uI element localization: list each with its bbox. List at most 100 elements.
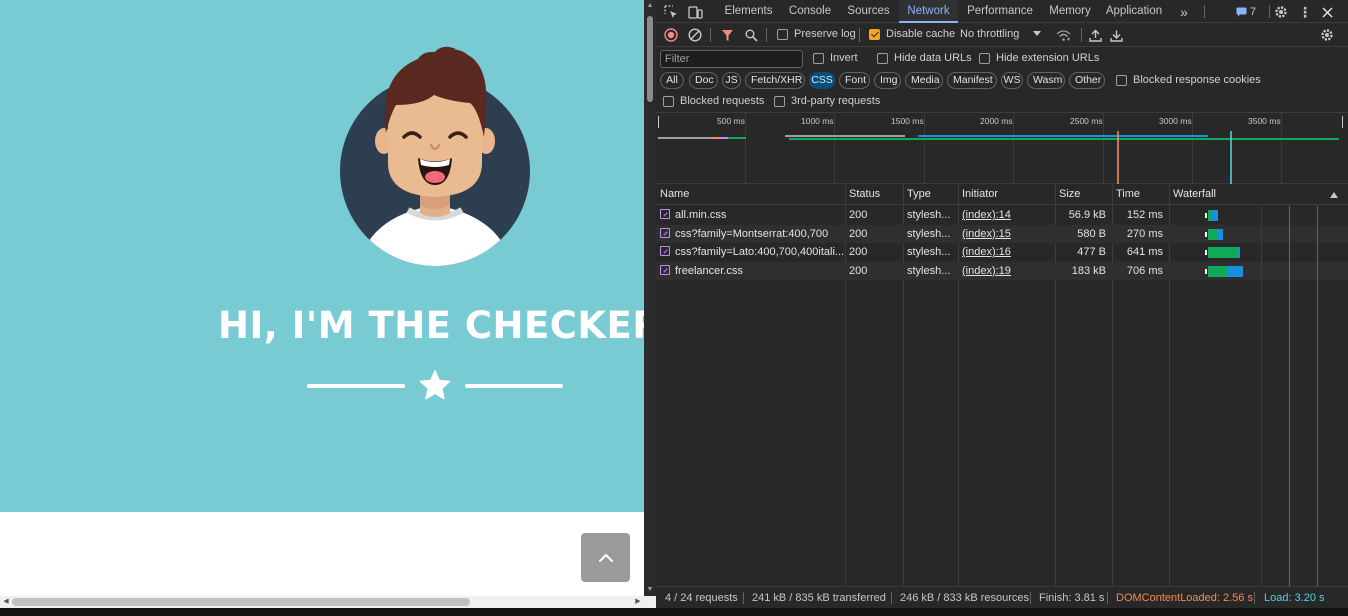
disable-cache-checkbox[interactable]: Disable cache [869,28,955,40]
overview-gridline [834,113,835,185]
overview-gridline [1192,113,1193,185]
column-header-size[interactable]: Size [1055,184,1112,205]
hero-section: HI, I'M THE CHECKER! [0,0,644,512]
tab-memory[interactable]: Memory [1044,0,1096,23]
record-stop-icon[interactable] [662,26,680,44]
overview-tick-label: 500 ms [717,116,745,126]
column-header-type[interactable]: Type [903,184,958,205]
filter-type-doc[interactable]: Doc [689,72,718,89]
overview-right-handle[interactable] [1342,116,1343,128]
column-header-time[interactable]: Time [1112,184,1169,205]
waterfall-download-bar [1218,228,1223,240]
scroll-left-arrow-icon[interactable]: ◀ [0,596,12,608]
issues-count: 7 [1250,6,1257,18]
column-header-name[interactable]: Name [656,184,845,205]
filter-type-wasm[interactable]: Wasm [1027,72,1065,89]
table-row[interactable]: css?family=Lato:400,700,400itali... 200 … [656,243,1348,262]
import-har-upload-icon[interactable] [1086,26,1104,44]
clear-icon[interactable] [686,26,704,44]
column-header-initiator[interactable]: Initiator [958,184,1055,205]
device-toolbar-icon[interactable] [686,3,704,21]
page-vertical-scrollbar[interactable]: ▲ ▼ [644,0,656,596]
invert-checkbox[interactable]: Invert [813,52,858,64]
inspect-element-icon[interactable] [662,3,680,21]
waterfall-download-bar [1238,247,1240,258]
filter-type-all[interactable]: All [660,72,684,89]
search-icon[interactable] [742,26,760,44]
scroll-to-top-button[interactable] [581,533,630,582]
filter-type-font[interactable]: Font [839,72,870,89]
filter-type-fetch-xhr[interactable]: Fetch/XHR [745,72,805,89]
blocked-response-cookies-checkbox[interactable]: Blocked response cookies [1116,74,1261,86]
column-header-waterfall[interactable]: Waterfall [1169,184,1348,205]
network-overview-timeline[interactable]: 500 ms 1000 ms 1500 ms 2000 ms 2500 ms 3… [656,112,1348,185]
tab-application[interactable]: Application [1103,0,1165,23]
scrollbar-thumb[interactable] [12,598,470,606]
customize-menu-icon[interactable]: ⋮ [1296,3,1314,21]
issues-counter[interactable]: 7 [1236,3,1262,21]
requests-table: Name Status Type Initiator Size Time Wat… [656,184,1348,586]
filter-input[interactable] [660,50,803,68]
filter-funnel-icon[interactable] [718,26,736,44]
table-row[interactable]: all.min.css 200 stylesh... (index):14 56… [656,206,1348,225]
tab-console[interactable]: Console [782,0,838,23]
waterfall-gridline [1261,206,1262,586]
hide-extension-urls-checkbox[interactable]: Hide extension URLs [979,52,1099,64]
scroll-down-arrow-icon[interactable]: ▼ [644,584,656,596]
request-time: 706 ms [1126,264,1163,277]
tab-elements[interactable]: Elements [718,0,779,23]
settings-gear-icon[interactable] [1272,3,1290,21]
page-horizontal-scrollbar[interactable]: ◀ ▶ [0,596,656,608]
load-time: Load: 3.20 s [1264,592,1325,604]
blocked-requests-checkbox[interactable]: Blocked requests [663,95,764,107]
overview-request-bar [785,135,905,137]
request-initiator-link[interactable]: (index):19 [958,262,1055,281]
more-tabs-chevron-icon[interactable]: » [1175,3,1193,21]
hide-data-urls-checkbox[interactable]: Hide data URLs [877,52,972,64]
overview-left-handle[interactable] [658,116,659,128]
scroll-up-arrow-icon[interactable]: ▲ [644,0,656,12]
filter-type-other[interactable]: Other [1069,72,1105,89]
stylesheet-file-icon [660,246,670,256]
filter-type-js[interactable]: JS [722,72,741,89]
export-har-download-icon[interactable] [1107,26,1125,44]
toolbar-separator [710,28,711,42]
checkbox-box [777,28,788,40]
request-size: 56.9 kB [1068,209,1106,221]
checkbox-box [663,95,674,107]
request-initiator-link[interactable]: (index):16 [958,243,1055,262]
filter-type-ws[interactable]: WS [1001,72,1023,89]
throttling-select[interactable]: No throttling [960,28,1042,40]
request-size: 477 B [1077,246,1106,258]
table-row[interactable]: freelancer.css 200 stylesh... (index):19… [656,261,1348,281]
tab-network[interactable]: Network [899,0,958,23]
filter-type-css[interactable]: CSS [809,72,835,89]
request-initiator-link[interactable]: (index):15 [958,225,1055,244]
request-name-cell: freelancer.css [656,262,845,281]
star-icon [419,370,451,400]
tab-performance[interactable]: Performance [961,0,1039,23]
network-settings-gear-icon[interactable] [1318,26,1336,44]
filter-type-img[interactable]: Img [874,72,901,89]
tab-sources[interactable]: Sources [841,0,896,23]
preserve-log-checkbox[interactable]: Preserve log [777,28,856,40]
request-status: 200 [849,227,868,240]
request-initiator-link[interactable]: (index):14 [958,206,1055,225]
request-name: all.min.css [675,209,727,221]
table-row[interactable]: css?family=Montserrat:400,700 200 styles… [656,224,1348,244]
resources-size: 246 kB / 833 kB resources [900,592,1030,604]
third-party-requests-checkbox[interactable]: 3rd-party requests [774,95,880,107]
close-devtools-icon[interactable] [1318,3,1336,21]
waterfall-download-bar [1212,210,1218,221]
preserve-log-label: Preserve log [794,28,856,40]
scrollbar-thumb[interactable] [647,16,653,102]
requests-count: 4 / 24 requests [665,592,738,604]
filter-type-manifest[interactable]: Manifest [947,72,997,89]
disable-cache-label: Disable cache [886,28,956,40]
network-conditions-wifi-icon[interactable] [1054,26,1072,44]
overview-gridline [745,113,746,185]
scroll-right-arrow-icon[interactable]: ▶ [632,596,644,608]
column-header-status[interactable]: Status [845,184,903,205]
divider-line-left [307,384,405,388]
filter-type-media[interactable]: Media [905,72,943,89]
